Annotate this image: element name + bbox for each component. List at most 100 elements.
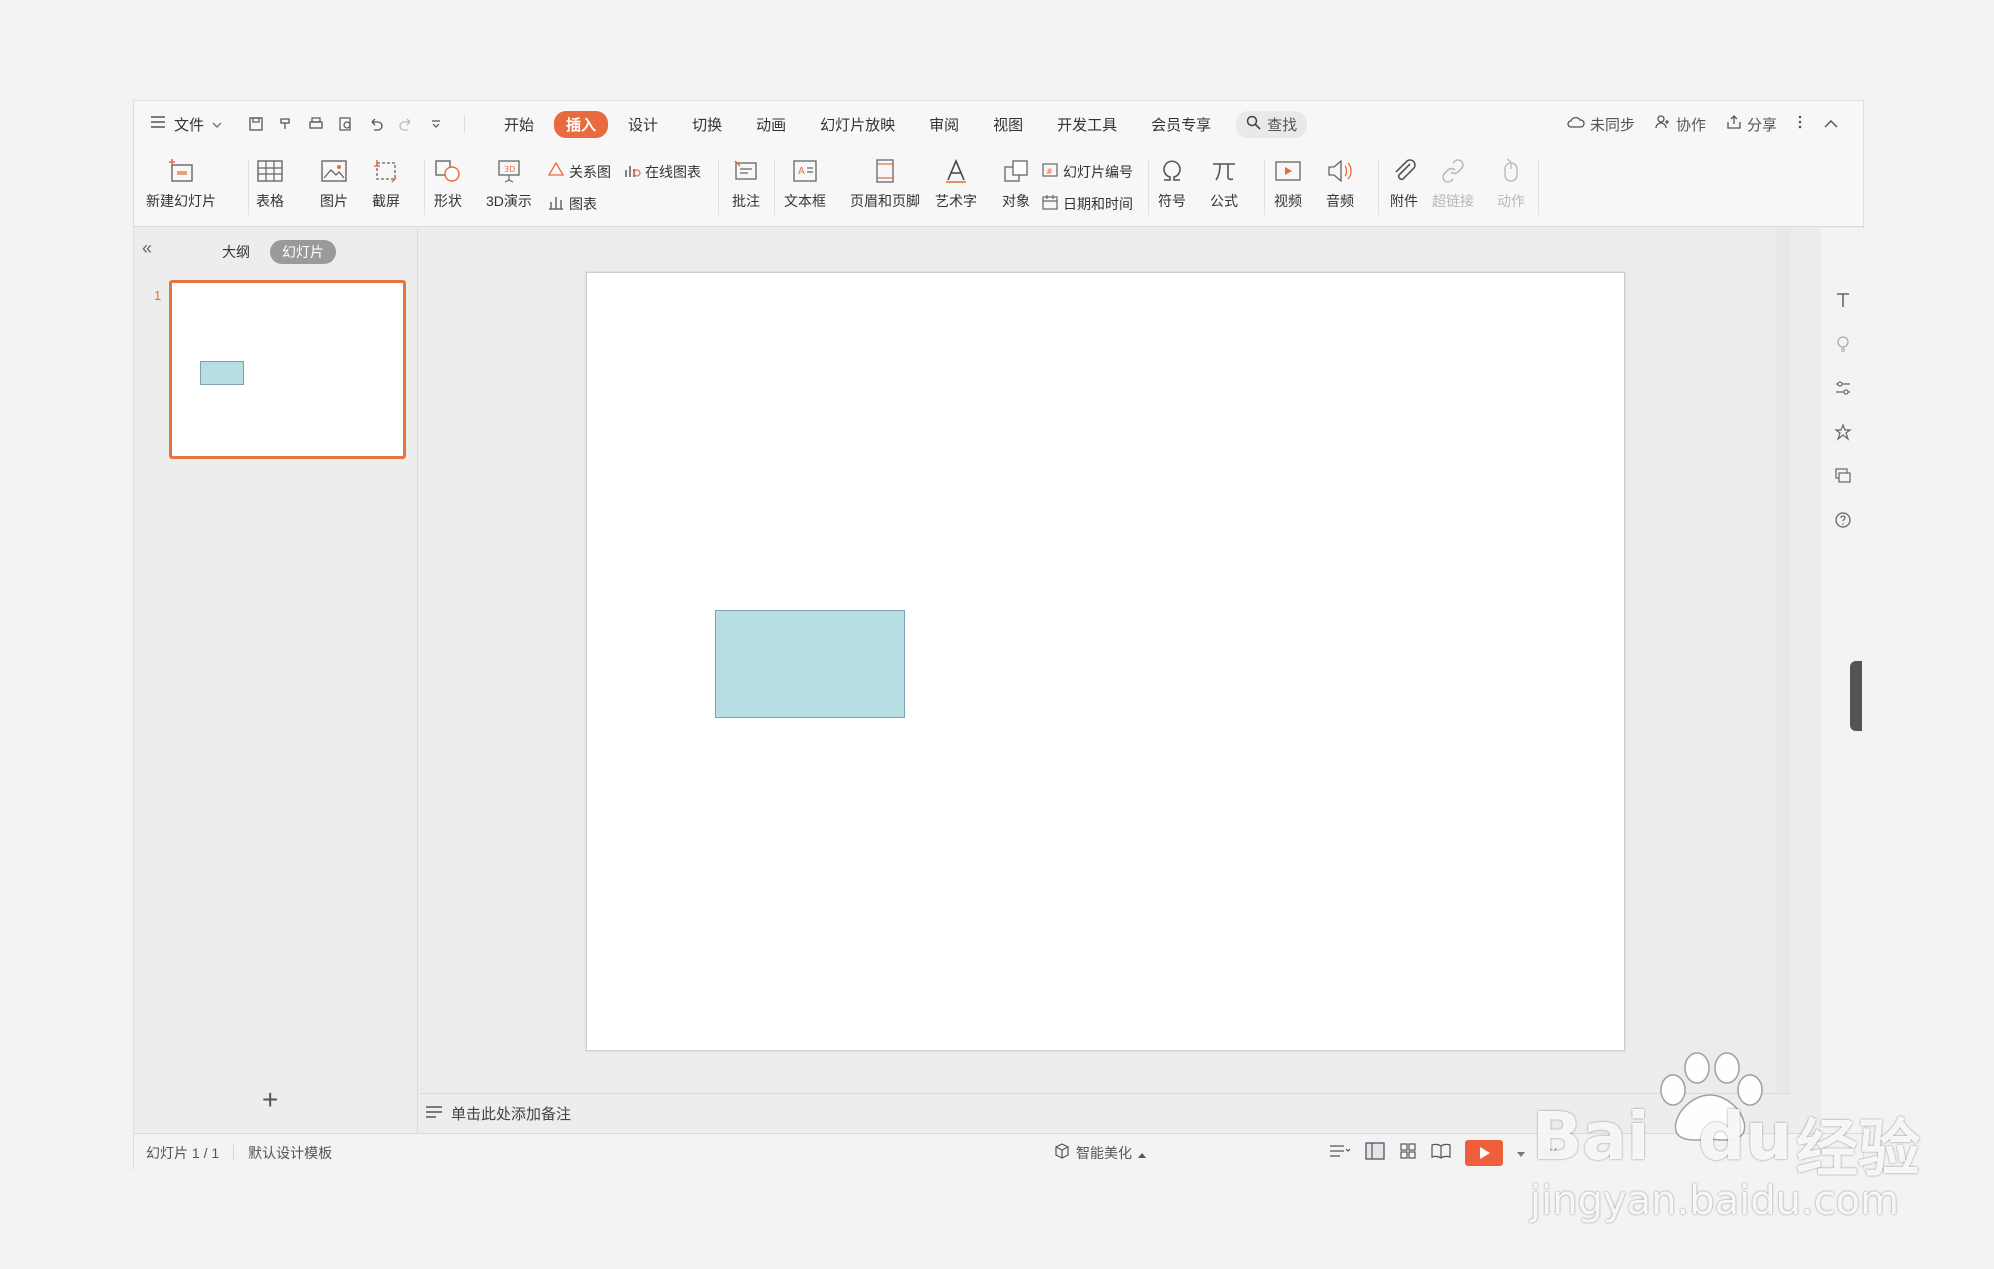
screenshot-label: 截屏 (372, 193, 400, 209)
tab-design[interactable]: 设计 (614, 111, 672, 138)
ribbon-divider (1264, 159, 1265, 215)
watermark-brand-a: Bai (1532, 1098, 1650, 1175)
online-chart-button[interactable]: 在线图表 (623, 161, 701, 182)
customize-toolbar-icon[interactable] (428, 116, 444, 132)
tab-member[interactable]: 会员专享 (1137, 111, 1225, 138)
tab-developer[interactable]: 开发工具 (1043, 111, 1131, 138)
file-menu-button[interactable]: 文件 (150, 114, 222, 135)
shape-button[interactable]: 形状 (432, 155, 464, 211)
collab-button[interactable]: 协作 (1655, 114, 1706, 135)
tab-slideshow[interactable]: 幻灯片放映 (806, 111, 909, 138)
attachment-button[interactable]: 附件 (1388, 155, 1420, 211)
panel-drag-handle[interactable] (1850, 661, 1862, 731)
format-painter-icon[interactable] (278, 116, 294, 132)
tab-home[interactable]: 开始 (490, 111, 548, 138)
tab-outline[interactable]: 大纲 (214, 240, 258, 264)
lightbulb-icon[interactable] (1831, 332, 1855, 356)
slide-number-button[interactable]: # 幻灯片编号 (1041, 161, 1133, 182)
textbox-label: 文本框 (784, 193, 826, 209)
slide-panel: « 大纲 幻灯片 1 + (134, 228, 418, 1133)
tab-slides[interactable]: 幻灯片 (270, 240, 336, 264)
tab-transitions[interactable]: 切换 (678, 111, 736, 138)
svg-text:#: # (1046, 167, 1053, 176)
add-slide-icon[interactable]: + (262, 1084, 278, 1116)
hamburger-icon (150, 115, 166, 133)
symbol-label: 符号 (1158, 193, 1186, 209)
settings-slider-icon[interactable] (1831, 376, 1855, 400)
share-icon (1726, 114, 1742, 134)
audio-label: 音频 (1326, 193, 1354, 209)
tab-view[interactable]: 视图 (979, 111, 1037, 138)
redo-icon[interactable] (398, 116, 414, 132)
slides-copy-icon[interactable] (1831, 464, 1855, 488)
search-button[interactable]: 查找 (1236, 110, 1308, 138)
slide-canvas[interactable] (586, 272, 1625, 1051)
tab-animations[interactable]: 动画 (742, 111, 800, 138)
notes-toggle-icon[interactable] (1329, 1143, 1351, 1162)
print-icon[interactable] (308, 116, 324, 132)
formula-button[interactable]: 公式 (1208, 155, 1240, 211)
table-button[interactable]: 表格 (254, 155, 286, 211)
grid-view-icon[interactable] (1399, 1142, 1417, 1163)
reading-view-icon[interactable] (1431, 1142, 1451, 1163)
template-name[interactable]: 默认设计模板 (248, 1143, 346, 1163)
undo-icon[interactable] (368, 116, 384, 132)
collab-label: 协作 (1675, 116, 1706, 134)
relation-chart-button[interactable]: 关系图 (547, 161, 611, 182)
share-button[interactable]: 分享 (1726, 114, 1777, 135)
ribbon-insert: 新建幻灯片 表格 图片 截屏 形状 3D 3D演示 关系图 在线图表 图表 批注… (134, 147, 1863, 227)
textbox-button[interactable]: A 文本框 (784, 155, 826, 211)
chart-button[interactable]: 图表 (547, 193, 597, 214)
symbol-button[interactable]: 符号 (1156, 155, 1188, 211)
ribbon-divider (424, 159, 425, 215)
watermark-url: jingyan.baidu.com (1530, 1178, 1900, 1224)
textbox-icon: A (789, 155, 821, 187)
vertical-scrollbar[interactable] (1775, 228, 1791, 1093)
3d-demo-icon: 3D (493, 155, 525, 187)
collapse-panel-icon[interactable]: « (142, 238, 152, 259)
ribbon-tabs: 开始 插入 设计 切换 动画 幻灯片放映 审阅 视图 开发工具 会员专享 查找 (487, 110, 1308, 138)
star-icon[interactable] (1831, 420, 1855, 444)
smart-beautify-button[interactable]: 智能美化 (1054, 1143, 1146, 1163)
slide-position: 幻灯片 1 / 1 (146, 1144, 220, 1161)
video-icon (1272, 155, 1304, 187)
video-button[interactable]: 视频 (1272, 155, 1304, 211)
collapse-ribbon-icon[interactable] (1823, 116, 1839, 133)
header-footer-button[interactable]: 页眉和页脚 (850, 155, 920, 211)
normal-view-icon[interactable] (1365, 1142, 1385, 1163)
action-label: 动作 (1497, 193, 1525, 209)
app-window: 文件 开始 插入 设计 切换 动画 幻灯片放映 审阅 视图 开发工具 会员专享 … (133, 100, 1865, 1171)
sync-button[interactable]: 未同步 (1567, 114, 1635, 135)
help-icon[interactable] (1831, 508, 1855, 532)
header-footer-label: 页眉和页脚 (850, 193, 920, 209)
speaker-icon (1324, 155, 1356, 187)
object-icon (1000, 155, 1032, 187)
print-preview-icon[interactable] (338, 116, 354, 132)
more-options-icon[interactable] (1797, 114, 1803, 134)
share-label: 分享 (1746, 116, 1777, 134)
play-slideshow-button[interactable] (1465, 1139, 1503, 1166)
3d-demo-button[interactable]: 3D 3D演示 (486, 155, 532, 211)
picture-button[interactable]: 图片 (318, 155, 350, 211)
formula-label: 公式 (1210, 193, 1238, 209)
right-menu: 未同步 协作 分享 (1567, 101, 1839, 147)
comment-button[interactable]: 批注 (730, 155, 762, 211)
slide-thumbnail[interactable] (169, 280, 406, 459)
text-format-icon[interactable] (1831, 288, 1855, 312)
action-button[interactable]: 动作 (1495, 155, 1527, 211)
ribbon-divider (248, 159, 249, 215)
smart-beautify-label: 智能美化 (1076, 1144, 1132, 1161)
rectangle-shape[interactable] (715, 610, 905, 718)
wordart-button[interactable]: 艺术字 (935, 155, 977, 211)
tab-review[interactable]: 审阅 (915, 111, 973, 138)
audio-button[interactable]: 音频 (1324, 155, 1356, 211)
hyperlink-button[interactable]: 超链接 (1432, 155, 1474, 211)
new-slide-button[interactable]: 新建幻灯片 (146, 155, 216, 211)
datetime-button[interactable]: 日期和时间 (1041, 193, 1133, 214)
screenshot-button[interactable]: 截屏 (370, 155, 402, 211)
save-icon[interactable] (248, 116, 264, 132)
tab-insert[interactable]: 插入 (554, 110, 609, 138)
table-icon (254, 155, 286, 187)
chart-icon (547, 193, 565, 214)
object-button[interactable]: 对象 (1000, 155, 1032, 211)
